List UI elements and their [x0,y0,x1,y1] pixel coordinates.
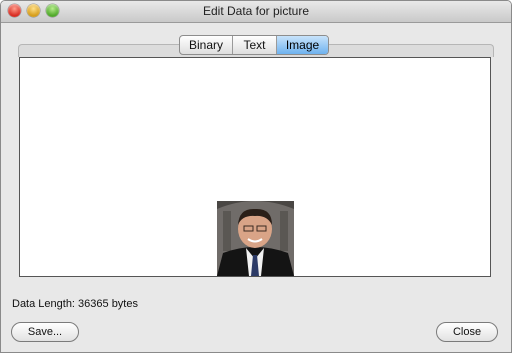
picture-preview [217,201,294,276]
window-title: Edit Data for picture [202,4,310,18]
tab-text[interactable]: Text [233,36,277,54]
save-button[interactable]: Save... [11,322,79,342]
data-length-label: Data Length: 36365 bytes [12,298,138,310]
image-preview-area [19,57,491,277]
edit-data-window: Edit Data for picture Binary Text Image [0,0,512,353]
title-bar[interactable]: Edit Data for picture [1,1,511,23]
close-button[interactable]: Close [436,322,498,342]
view-mode-tabs: Binary Text Image [179,35,329,55]
tab-image[interactable]: Image [277,36,328,54]
tab-binary[interactable]: Binary [180,36,233,54]
